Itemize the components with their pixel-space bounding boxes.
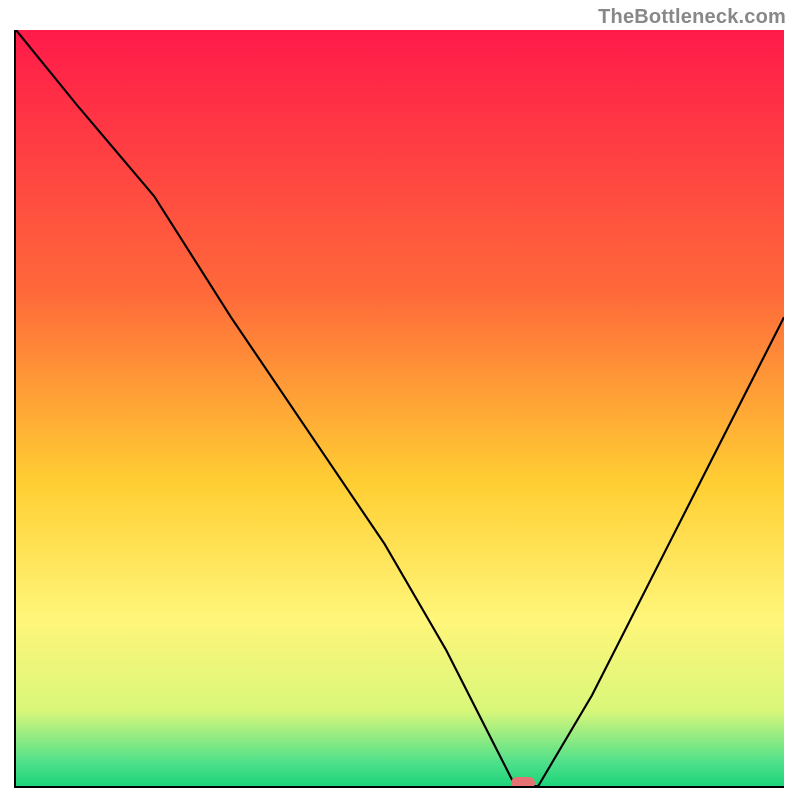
- gradient-background: [16, 30, 784, 786]
- optimal-point-marker: [511, 777, 535, 788]
- chart-plot-area: [14, 30, 784, 788]
- watermark-text: TheBottleneck.com: [598, 6, 786, 29]
